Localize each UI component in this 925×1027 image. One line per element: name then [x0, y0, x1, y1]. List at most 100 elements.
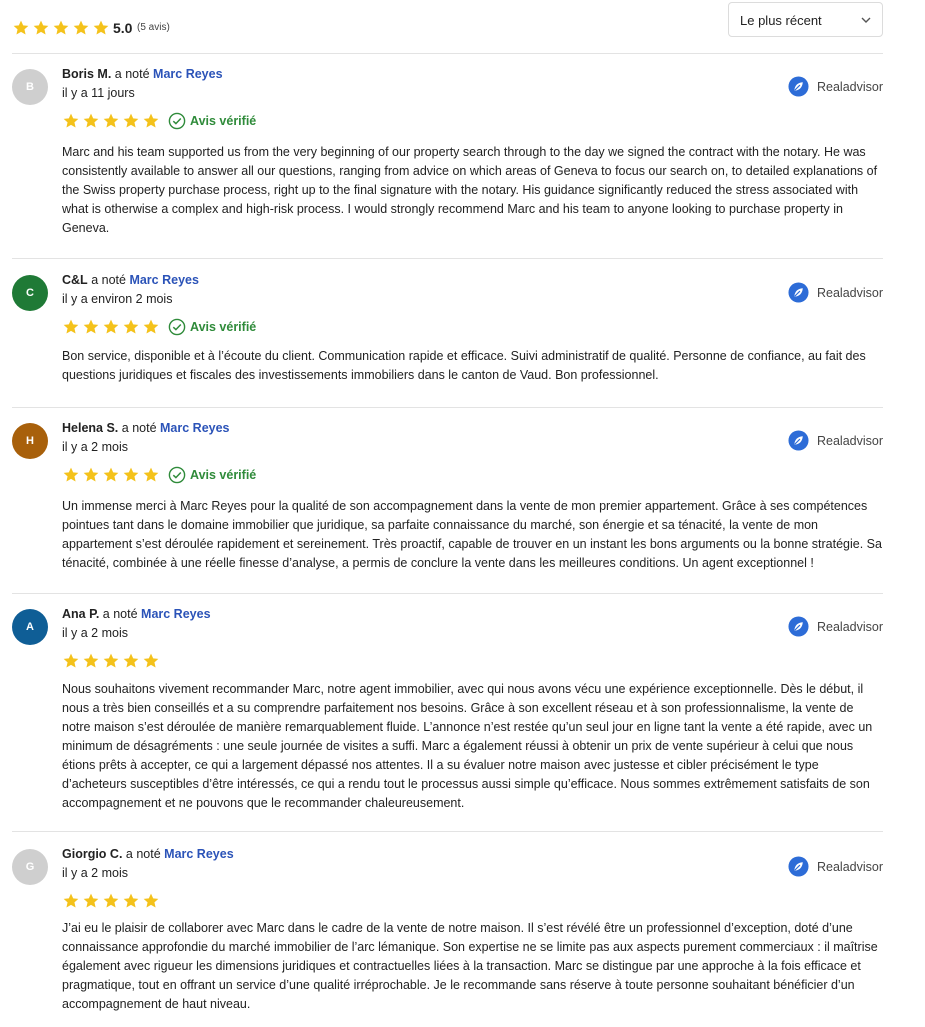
verified-badge: Avis vérifié [168, 466, 256, 484]
check-circle-icon [168, 466, 186, 484]
verified-badge: Avis vérifié [168, 112, 256, 130]
source-label: Realadvisor [816, 433, 883, 448]
review-card: H Helena S. a noté Marc Reyes il y a 2 moi… [12, 421, 883, 601]
check-circle-icon [168, 318, 186, 336]
review-divider [12, 258, 883, 259]
rated-text: a noté [125, 847, 161, 861]
reviewer-line: C&L a noté Marc Reyes [62, 273, 199, 287]
review-text: J’ai eu le plaisir de collaborer avec Ma… [62, 921, 878, 1011]
avatar: G [12, 849, 48, 885]
star-icon [122, 892, 140, 910]
review-stars [62, 112, 160, 130]
review-divider [12, 593, 883, 594]
star-icon [62, 318, 80, 336]
summary-stars [12, 19, 110, 37]
star-icon [62, 112, 80, 130]
avatar: H [12, 423, 48, 459]
review-date: il y a 11 jours [62, 86, 135, 100]
rated-text: a noté [102, 607, 138, 621]
star-icon [142, 112, 160, 130]
review-source: Realadvisor [788, 856, 883, 877]
star-icon [92, 19, 110, 37]
reviewer-line: Boris M. a noté Marc Reyes [62, 67, 223, 81]
reviews-widget: 5.0 (5 avis) Le plus récent B Boris M. a … [0, 0, 925, 1011]
reviewer-name: Giorgio C. [62, 847, 123, 861]
review-divider [12, 407, 883, 408]
review-stars [62, 466, 160, 484]
review-card: A Ana P. a noté Marc Reyes il y a 2 mois Re… [12, 607, 883, 810]
review-card: G Giorgio C. a noté Marc Reyes il y a 2 mo… [12, 847, 883, 1027]
avatar: A [12, 609, 48, 645]
reviewer-line: Helena S. a noté Marc Reyes [62, 421, 230, 435]
review-text: Bon service, disponible et à l’écoute du… [62, 349, 866, 382]
sort-dropdown[interactable]: Le plus récent [728, 2, 883, 37]
verified-label: Avis vérifié [190, 114, 257, 128]
agent-link[interactable]: Marc Reyes [129, 273, 199, 287]
review-date: il y a 2 mois [62, 866, 128, 880]
avatar: C [12, 275, 48, 311]
star-icon [142, 892, 160, 910]
realadvisor-logo-icon [788, 616, 809, 637]
review-date: il y a environ 2 mois [62, 292, 173, 306]
star-icon [142, 466, 160, 484]
check-circle-icon [168, 112, 186, 130]
review-text: Marc and his team supported us from the … [62, 145, 878, 235]
review-source: Realadvisor [788, 430, 883, 451]
rated-text: a noté [114, 67, 150, 81]
agent-link[interactable]: Marc Reyes [153, 67, 223, 81]
reviewer-name: Ana P. [62, 607, 100, 621]
star-icon [102, 652, 120, 670]
review-source: Realadvisor [788, 282, 883, 303]
reviewer-name: Boris M. [62, 67, 112, 81]
header-divider [12, 53, 883, 54]
verified-badge: Avis vérifié [168, 318, 256, 336]
review-date: il y a 2 mois [62, 440, 128, 454]
realadvisor-logo-icon [788, 76, 809, 97]
rated-text: a noté [121, 421, 157, 435]
star-icon [52, 19, 70, 37]
review-stars [62, 652, 160, 670]
star-icon [72, 19, 90, 37]
verified-label: Avis vérifié [190, 468, 257, 482]
source-label: Realadvisor [816, 285, 883, 300]
star-icon [32, 19, 50, 37]
realadvisor-logo-icon [788, 282, 809, 303]
reviewer-name: Helena S. [62, 421, 119, 435]
star-icon [12, 19, 30, 37]
star-icon [82, 466, 100, 484]
rated-text: a noté [91, 273, 126, 287]
source-label: Realadvisor [816, 79, 883, 94]
review-text: Nous souhaitons vivement recommander Mar… [62, 682, 873, 810]
source-label: Realadvisor [816, 859, 883, 874]
review-stars [62, 892, 160, 910]
star-icon [142, 318, 160, 336]
star-icon [102, 318, 120, 336]
sort-selected-value: Le plus récent [740, 13, 822, 28]
star-icon [82, 652, 100, 670]
agent-link[interactable]: Marc Reyes [160, 421, 230, 435]
verified-label: Avis vérifié [190, 320, 257, 334]
review-count: (5 avis) [137, 22, 170, 33]
star-icon [62, 652, 80, 670]
star-icon [102, 112, 120, 130]
review-source: Realadvisor [788, 76, 883, 97]
average-score: 5.0 [113, 20, 133, 36]
review-divider [12, 831, 883, 832]
chevron-down-icon [861, 17, 871, 23]
star-icon [142, 652, 160, 670]
realadvisor-logo-icon [788, 430, 809, 451]
review-card: B Boris M. a noté Marc Reyes il y a 11 jou… [12, 67, 883, 247]
star-icon [82, 892, 100, 910]
review-date: il y a 2 mois [62, 626, 128, 640]
star-icon [102, 466, 120, 484]
rating-summary-header: 5.0 (5 avis) Le plus récent [12, 0, 883, 54]
star-icon [122, 652, 140, 670]
star-icon [122, 112, 140, 130]
realadvisor-logo-icon [788, 856, 809, 877]
star-icon [82, 112, 100, 130]
review-stars [62, 318, 160, 336]
source-label: Realadvisor [816, 619, 883, 634]
agent-link[interactable]: Marc Reyes [141, 607, 211, 621]
agent-link[interactable]: Marc Reyes [164, 847, 234, 861]
star-icon [102, 892, 120, 910]
